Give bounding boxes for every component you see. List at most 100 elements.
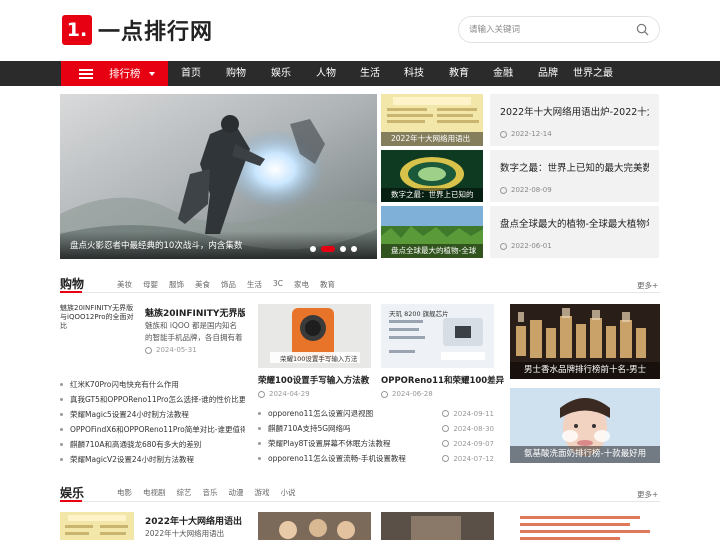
bullet-icon bbox=[60, 413, 63, 416]
list-item[interactable]: 荣耀Play8T设置屏幕不休眠方法教程 2024-09-07 bbox=[258, 436, 494, 451]
news-title[interactable]: 数字之最：世界上已知的最大完美数 bbox=[500, 160, 649, 174]
ent-feature-graphic bbox=[60, 512, 134, 540]
ent-card-image[interactable] bbox=[258, 512, 371, 540]
tag-link[interactable]: 小说 bbox=[281, 487, 296, 498]
list-item-text[interactable]: 荣耀MagicV2设置24小时制方法教程 bbox=[70, 454, 194, 465]
feature-image[interactable]: 魅族20INFINITY无界版与iQOO12Pro的全面对比 bbox=[60, 304, 134, 352]
card-image[interactable]: 荣耀100设置手写输入方法 bbox=[258, 304, 371, 368]
list-item[interactable]: opporeno11怎么设置流畅-手机设置教程 2024-07-12 bbox=[258, 451, 494, 466]
search-icon[interactable] bbox=[636, 23, 649, 36]
list-item-text[interactable]: 荣耀Play8T设置屏幕不休眠方法教程 bbox=[268, 438, 391, 449]
list-item-text[interactable]: OPPOFindX6和OPPOReno11Pro简单对比-谁更值得入 bbox=[70, 424, 245, 435]
list-item[interactable]: 真我GT5和OPPOReno11Pro怎么选择-谁的性价比更高 bbox=[60, 392, 245, 407]
hero-carousel[interactable]: 盘点火影忍者中最经典的10次战斗，内含集数 bbox=[60, 94, 377, 259]
tag-link[interactable]: 教育 bbox=[320, 279, 335, 290]
news-date-text: 2022-06-01 bbox=[511, 242, 552, 250]
thumb-caption: 2022年十大网络用语出 bbox=[381, 132, 483, 146]
menu-icon bbox=[79, 68, 93, 79]
card-date-text: 2024-04-29 bbox=[269, 390, 310, 398]
tag-link[interactable]: 生活 bbox=[247, 279, 262, 290]
nav-item-world-best[interactable]: 世界之最 bbox=[573, 61, 613, 86]
news-date-text: 2022-08-09 bbox=[511, 186, 552, 194]
carousel-dot[interactable] bbox=[351, 246, 357, 252]
main-nav: 排行榜 首页 购物 娱乐 人物 生活 科技 教育 金融 品牌 世界之最 bbox=[0, 61, 720, 86]
list-item-text[interactable]: 真我GT5和OPPOReno11Pro怎么选择-谁的性价比更高 bbox=[70, 394, 245, 405]
thumb-card[interactable]: 数字之最：世界上已知的 bbox=[381, 150, 483, 202]
ent-feature-image[interactable] bbox=[60, 512, 134, 540]
list-item-text[interactable]: 荣耀Magic5设置24小时制方法教程 bbox=[70, 409, 189, 420]
thumb-card[interactable]: 2022年十大网络用语出 bbox=[381, 94, 483, 146]
carousel-dot[interactable] bbox=[310, 246, 316, 252]
tag-link[interactable]: 动漫 bbox=[229, 487, 244, 498]
news-title[interactable]: 2022年十大网络用语出炉-2022十大 bbox=[500, 104, 649, 118]
nav-item-tech[interactable]: 科技 bbox=[404, 61, 424, 86]
news-title[interactable]: 盘点全球最大的植物-全球最大植物年 bbox=[500, 216, 649, 230]
ent-side-image[interactable] bbox=[510, 512, 660, 540]
tag-link[interactable]: 游戏 bbox=[255, 487, 270, 498]
feature-title[interactable]: 魅族20INFINITY无界版与 bbox=[145, 306, 245, 319]
card-title[interactable]: 荣耀100设置手写输入方法教 bbox=[258, 374, 369, 386]
nav-item-shopping[interactable]: 购物 bbox=[226, 61, 246, 86]
tag-link[interactable]: 美妆 bbox=[117, 279, 132, 290]
list-item[interactable]: 麒麟710A和高通骁龙680有多大的差别 bbox=[60, 437, 245, 452]
list-item[interactable]: 麒麟710A支持5G网络吗 2024-08-30 bbox=[258, 421, 494, 436]
news-card[interactable]: 2022年十大网络用语出炉-2022十大 2022-12-14 bbox=[490, 94, 659, 146]
list-item-text[interactable]: 红米K70Pro闪电快充有什么作用 bbox=[70, 379, 179, 390]
rank-menu-button[interactable]: 排行榜 bbox=[61, 61, 168, 86]
list-item[interactable]: 红米K70Pro闪电快充有什么作用 bbox=[60, 377, 245, 392]
card-title[interactable]: OPPOReno11和荣耀100差异 bbox=[381, 374, 504, 386]
tag-link[interactable]: 母婴 bbox=[143, 279, 158, 290]
side-feature-card[interactable]: 氨基酸洗面奶排行榜-十款最好用 bbox=[510, 388, 660, 463]
tag-link[interactable]: 3C bbox=[273, 279, 283, 290]
search-box bbox=[458, 16, 660, 43]
tag-link[interactable]: 综艺 bbox=[177, 487, 192, 498]
news-date: 2022-06-01 bbox=[500, 242, 649, 250]
list-item[interactable]: 荣耀MagicV2设置24小时制方法教程 bbox=[60, 452, 245, 467]
nav-item-education[interactable]: 教育 bbox=[449, 61, 469, 86]
news-card[interactable]: 数字之最：世界上已知的最大完美数 2022-08-09 bbox=[490, 150, 659, 202]
list-item[interactable]: opporeno11怎么设置闪退视图 2024-09-11 bbox=[258, 406, 494, 421]
ent-card-image[interactable] bbox=[381, 512, 494, 540]
tag-link[interactable]: 家电 bbox=[294, 279, 309, 290]
list-item-text[interactable]: 麒麟710A支持5G网络吗 bbox=[268, 423, 351, 434]
nav-item-life[interactable]: 生活 bbox=[360, 61, 380, 86]
search-input[interactable] bbox=[469, 17, 629, 43]
clock-icon bbox=[442, 425, 450, 432]
tag-link[interactable]: 音乐 bbox=[203, 487, 218, 498]
tag-link[interactable]: 美食 bbox=[195, 279, 210, 290]
more-link[interactable]: 更多+ bbox=[637, 489, 658, 500]
tag-link[interactable]: 电视剧 bbox=[143, 487, 166, 498]
section-divider bbox=[60, 501, 660, 502]
tag-link[interactable]: 电影 bbox=[117, 487, 132, 498]
list-item-text[interactable]: opporeno11怎么设置闪退视图 bbox=[268, 408, 373, 419]
section-title-entertainment: 娱乐 bbox=[60, 486, 85, 500]
section-divider bbox=[60, 292, 660, 293]
hero-caption[interactable]: 盘点火影忍者中最经典的10次战斗，内含集数 bbox=[60, 231, 377, 259]
site-logo[interactable]: 1. 一点排行网 bbox=[62, 14, 213, 46]
nav-item-entertainment[interactable]: 娱乐 bbox=[271, 61, 291, 86]
nav-item-finance[interactable]: 金融 bbox=[493, 61, 513, 86]
card-image[interactable]: 天玑 8200 旗舰芯片 bbox=[381, 304, 494, 368]
article-date-list: opporeno11怎么设置闪退视图 2024-09-11 麒麟710A支持5G网… bbox=[258, 406, 494, 466]
tag-link[interactable]: 饰品 bbox=[221, 279, 236, 290]
logo-mark: 1. bbox=[62, 15, 92, 45]
ent-feature-subtitle: 2022年十大网络用语出 bbox=[145, 529, 225, 538]
nav-item-home[interactable]: 首页 bbox=[181, 61, 201, 86]
side-feature-card[interactable]: 男士香水品牌排行榜前十名-男士 bbox=[510, 304, 660, 379]
ent-feature-title[interactable]: 2022年十大网络用语出 bbox=[145, 514, 242, 527]
more-link[interactable]: 更多+ bbox=[637, 280, 658, 291]
carousel-dot-active[interactable] bbox=[321, 246, 335, 252]
list-item[interactable]: 荣耀Magic5设置24小时制方法教程 bbox=[60, 407, 245, 422]
bullet-icon bbox=[60, 458, 63, 461]
list-item[interactable]: OPPOFindX6和OPPOReno11Pro简单对比-谁更值得入 bbox=[60, 422, 245, 437]
list-item-text[interactable]: opporeno11怎么设置流畅-手机设置教程 bbox=[268, 453, 406, 464]
tag-link[interactable]: 服饰 bbox=[169, 279, 184, 290]
thumb-card[interactable]: 盘点全球最大的植物-全球 bbox=[381, 206, 483, 258]
carousel-dot[interactable] bbox=[340, 246, 346, 252]
nav-item-brand[interactable]: 品牌 bbox=[538, 61, 558, 86]
list-item-date: 2024-09-07 bbox=[453, 439, 494, 448]
nav-item-people[interactable]: 人物 bbox=[316, 61, 336, 86]
news-card[interactable]: 盘点全球最大的植物-全球最大植物年 2022-06-01 bbox=[490, 206, 659, 258]
list-item-text[interactable]: 麒麟710A和高通骁龙680有多大的差别 bbox=[70, 439, 201, 450]
bullet-icon bbox=[258, 412, 261, 415]
